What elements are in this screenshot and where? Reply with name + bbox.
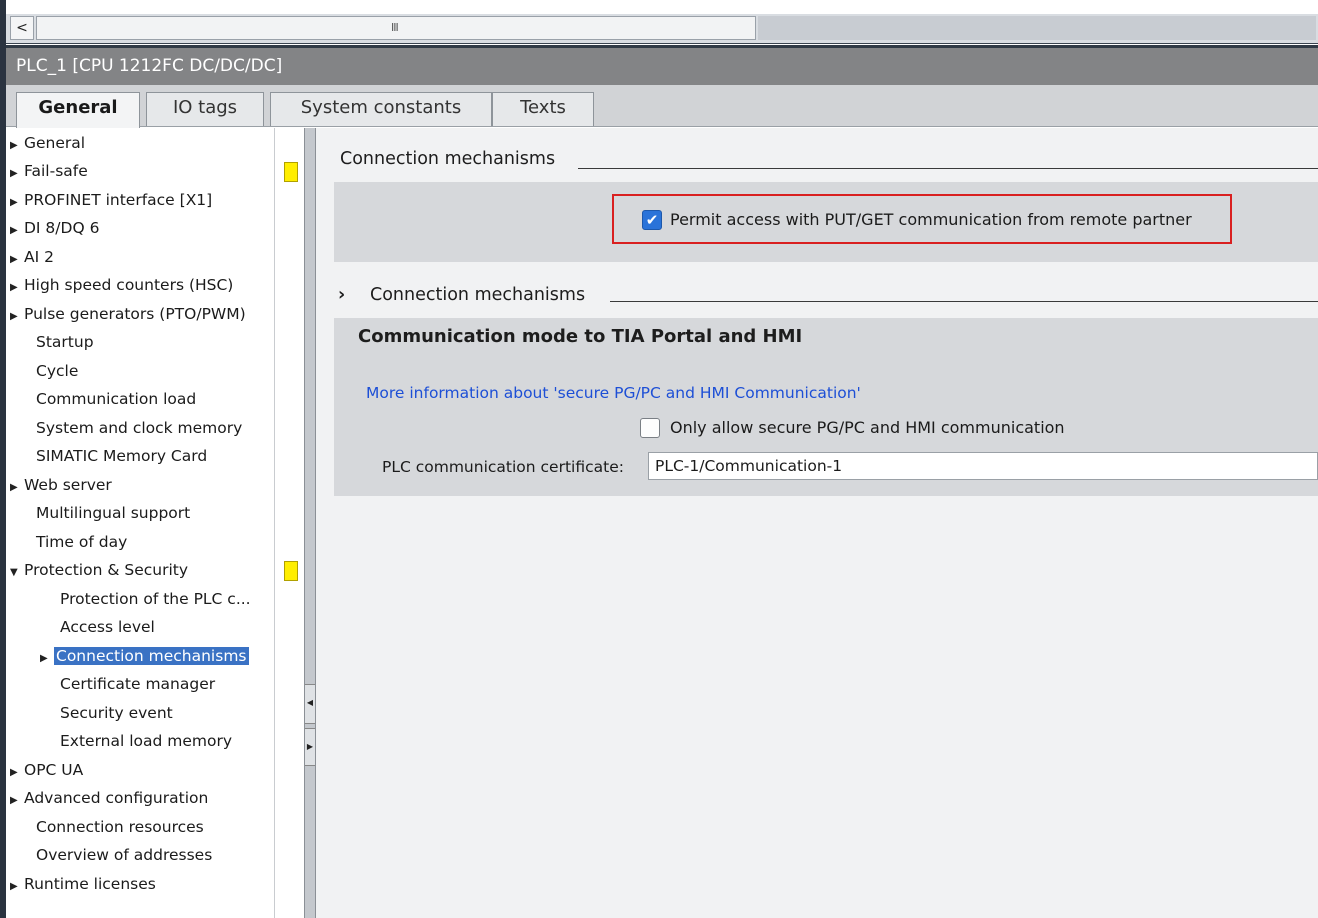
collapse-arrow-icon[interactable]: ▼: [10, 560, 24, 586]
nav-item-overview-addresses[interactable]: Overview of addresses: [36, 842, 212, 868]
nav-item-external-load-memory[interactable]: External load memory: [60, 728, 232, 754]
scroll-track[interactable]: [758, 16, 1316, 40]
nav-item-ai[interactable]: ▶ AI 2: [10, 244, 54, 270]
nav-item-profinet[interactable]: ▶ PROFINET interface [X1]: [10, 187, 212, 213]
put-get-checkbox[interactable]: ✔: [642, 210, 662, 230]
splitter-collapse-left-icon[interactable]: ◀: [305, 684, 315, 724]
nav-item-hsc[interactable]: ▶ High speed counters (HSC): [10, 272, 233, 298]
communication-mode-panel: Communication mode to TIA Portal and HMI…: [334, 318, 1318, 496]
panel-splitter[interactable]: ◀ ▶: [304, 128, 316, 918]
secure-communication-label: Only allow secure PG/PC and HMI communic…: [670, 418, 1065, 437]
expand-arrow-icon[interactable]: ▶: [40, 646, 54, 672]
nav-item-system-clock-memory[interactable]: System and clock memory: [36, 415, 242, 441]
expand-arrow-icon[interactable]: ▶: [10, 304, 24, 330]
horizontal-scrollbar[interactable]: < III: [6, 14, 1318, 44]
plc-certificate-field[interactable]: PLC-1/Communication-1: [648, 452, 1318, 480]
scroll-thumb[interactable]: III: [36, 16, 756, 40]
scroll-left-arrow-icon[interactable]: <: [10, 16, 34, 40]
nav-item-general[interactable]: ▶ General: [10, 130, 85, 156]
section-title: Connection mechanisms: [370, 285, 586, 305]
properties-content: Connection mechanisms ✔ Permit access wi…: [316, 128, 1318, 918]
nav-item-startup[interactable]: Startup: [36, 329, 94, 355]
expand-arrow-icon[interactable]: ▶: [10, 475, 24, 501]
scroll-grip-icon: III: [391, 21, 399, 34]
device-title-bar: PLC_1 [CPU 1212FC DC/DC/DC]: [6, 45, 1318, 85]
expand-arrow-icon[interactable]: ▶: [10, 218, 24, 244]
nav-item-protection-security[interactable]: ▼ Protection & Security: [10, 557, 188, 583]
expand-arrow-icon[interactable]: ▶: [10, 874, 24, 900]
nav-item-protection-plc[interactable]: Protection of the PLC c...: [60, 586, 251, 612]
tab-texts[interactable]: Texts: [492, 92, 594, 126]
expand-arrow-icon[interactable]: ▶: [10, 788, 24, 814]
warning-flag-icon: [284, 561, 298, 581]
nav-item-time-of-day[interactable]: Time of day: [36, 529, 127, 555]
nav-item-fail-safe[interactable]: ▶ Fail-safe: [10, 158, 88, 184]
highlight-annotation-box: ✔ Permit access with PUT/GET communicati…: [612, 194, 1232, 244]
expand-arrow-icon[interactable]: ▶: [10, 161, 24, 187]
nav-item-multilingual[interactable]: Multilingual support: [36, 500, 190, 526]
expand-arrow-icon[interactable]: ▶: [10, 247, 24, 273]
put-get-label: Permit access with PUT/GET communication…: [670, 210, 1192, 229]
nav-item-cycle[interactable]: Cycle: [36, 358, 78, 384]
expand-arrow-icon[interactable]: ▶: [10, 190, 24, 216]
expand-arrow-icon[interactable]: ▶: [10, 760, 24, 786]
tab-system-constants[interactable]: System constants: [270, 92, 492, 126]
section-header-connection-mechanisms: Connection mechanisms: [340, 149, 556, 169]
nav-item-memory-card[interactable]: SIMATIC Memory Card: [36, 443, 207, 469]
nav-item-di-dq[interactable]: ▶ DI 8/DQ 6: [10, 215, 99, 241]
tab-general[interactable]: General: [16, 92, 140, 128]
section-rule: [578, 168, 1318, 169]
expand-arrow-icon[interactable]: ▶: [10, 133, 24, 159]
chevron-right-icon[interactable]: ›: [338, 280, 364, 310]
secure-communication-info-link[interactable]: More information about 'secure PG/PC and…: [366, 382, 861, 404]
nav-item-certificate-manager[interactable]: Certificate manager: [60, 671, 215, 697]
panel-title: Communication mode to TIA Portal and HMI: [358, 326, 803, 347]
tab-strip: General IO tags System constants Texts: [6, 85, 1318, 128]
cert-label: PLC communication certificate:: [382, 458, 624, 476]
nav-item-security-event[interactable]: Security event: [60, 700, 173, 726]
section-header-connection-mechanisms-2: › Connection mechanisms: [338, 280, 585, 310]
expand-arrow-icon[interactable]: ▶: [10, 275, 24, 301]
secure-communication-checkbox[interactable]: [640, 418, 660, 438]
nav-item-connection-resources[interactable]: Connection resources: [36, 814, 204, 840]
nav-item-advanced-configuration[interactable]: ▶ Advanced configuration: [10, 785, 208, 811]
navigation-tree: ▶ General ▶ Fail-safe ▶ PROFINET interface …: [6, 128, 304, 918]
nav-item-web-server[interactable]: ▶ Web server: [10, 472, 112, 498]
tab-io-tags[interactable]: IO tags: [146, 92, 264, 126]
nav-item-communication-load[interactable]: Communication load: [36, 386, 196, 412]
nav-item-runtime-licenses[interactable]: ▶ Runtime licenses: [10, 871, 156, 897]
nav-item-pto-pwm[interactable]: ▶ Pulse generators (PTO/PWM): [10, 301, 246, 327]
splitter-expand-right-icon[interactable]: ▶: [305, 728, 315, 766]
device-title: PLC_1 [CPU 1212FC DC/DC/DC]: [16, 56, 283, 76]
nav-divider: [274, 128, 275, 918]
section-rule: [610, 301, 1318, 302]
nav-item-access-level[interactable]: Access level: [60, 614, 155, 640]
nav-item-opc-ua[interactable]: ▶ OPC UA: [10, 757, 83, 783]
nav-item-connection-mechanisms[interactable]: ▶ Connection mechanisms: [40, 643, 250, 672]
warning-flag-icon: [284, 162, 298, 182]
